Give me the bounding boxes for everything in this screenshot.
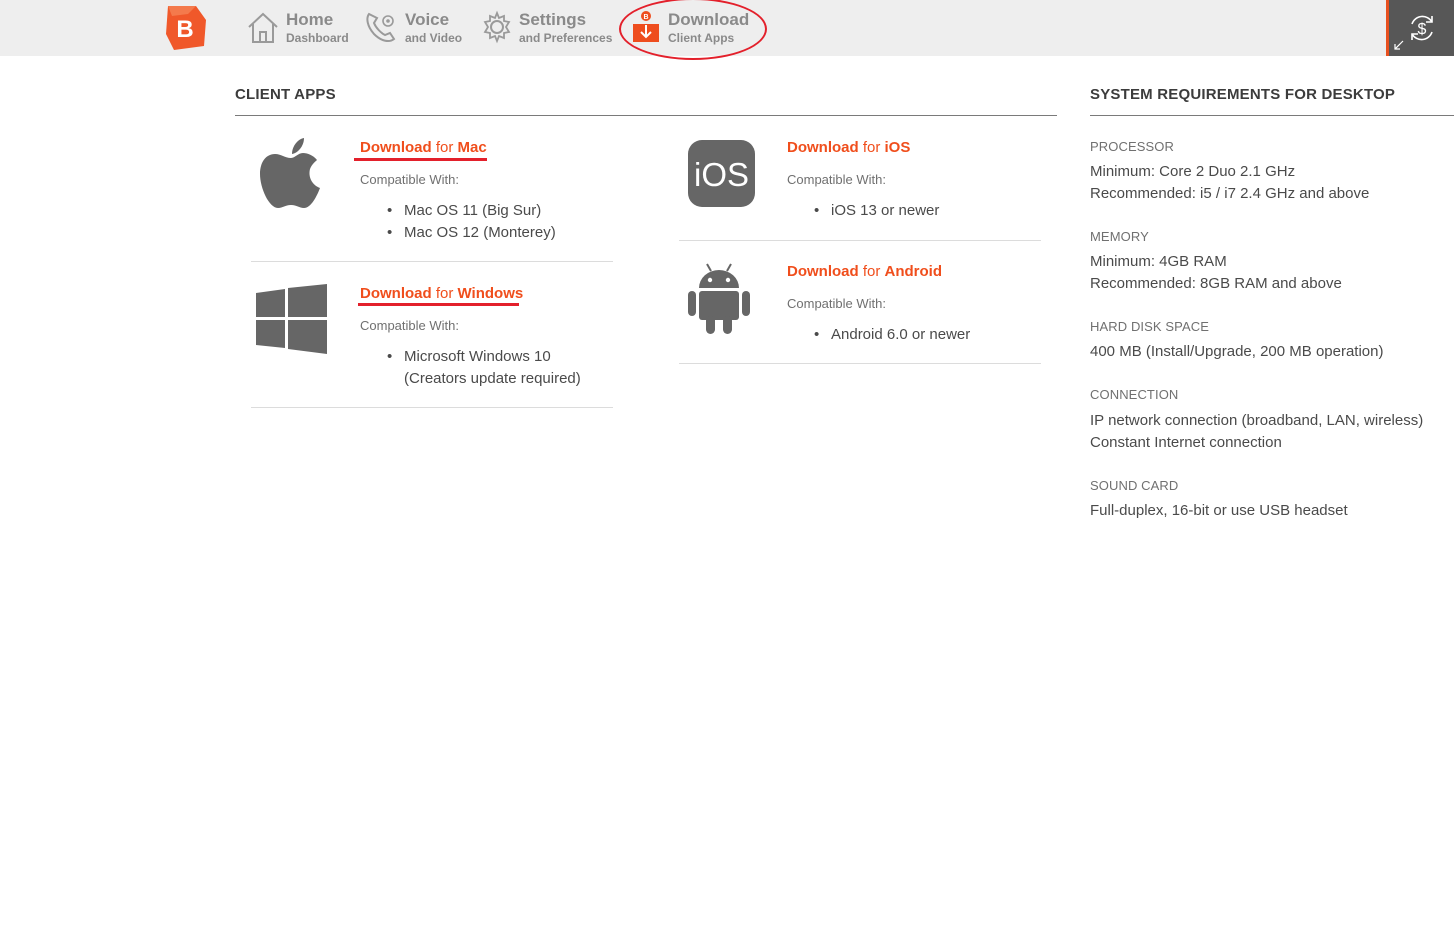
svg-text:B: B bbox=[643, 14, 648, 21]
processor-recommended: Recommended: i5 / i7 2.4 GHz and above bbox=[1090, 185, 1370, 202]
home-icon bbox=[248, 12, 278, 43]
gear-icon bbox=[483, 10, 511, 44]
download-android-link[interactable]: Download for Android bbox=[787, 263, 942, 280]
mac-compat-label: Compatible With: bbox=[360, 172, 459, 187]
download-icon: B bbox=[633, 11, 659, 42]
list-item: (Creators update required) bbox=[404, 370, 581, 387]
mac-link-underline bbox=[354, 158, 487, 161]
connection-label: CONNECTION bbox=[1090, 387, 1179, 402]
list-item: • Android 6.0 or newer bbox=[814, 326, 971, 343]
nav-settings[interactable]: Settings and Preferences bbox=[480, 8, 614, 48]
nav-voice-subtitle: and Video bbox=[405, 31, 463, 45]
requirements-rule bbox=[1090, 115, 1454, 116]
list-item: • iOS 13 or newer bbox=[814, 202, 940, 219]
system-requirements-heading: SYSTEM REQUIREMENTS FOR DESKTOP bbox=[1090, 86, 1396, 103]
brand-logo[interactable]: B bbox=[164, 4, 208, 52]
processor-label: PROCESSOR bbox=[1090, 139, 1174, 154]
nav-voice[interactable]: Voice and Video bbox=[364, 8, 468, 48]
windows-icon bbox=[256, 284, 327, 354]
ios-compat-label: Compatible With: bbox=[787, 172, 886, 187]
ios-icon-text: iOS bbox=[694, 156, 749, 193]
nav-download-subtitle: Client Apps bbox=[668, 31, 735, 45]
processor-min: Minimum: Core 2 Duo 2.1 GHz bbox=[1090, 163, 1296, 180]
memory-label: MEMORY bbox=[1090, 229, 1149, 244]
nav-home[interactable]: Home Dashboard bbox=[246, 8, 356, 48]
nav-download-title: Download bbox=[668, 10, 750, 29]
windows-link-underline bbox=[358, 303, 519, 306]
memory-min: Minimum: 4GB RAM bbox=[1090, 253, 1227, 270]
currency-refresh-icon: $ bbox=[1411, 15, 1433, 41]
client-apps-heading: CLIENT APPS bbox=[235, 86, 336, 103]
list-item: • Microsoft Windows 10 bbox=[387, 348, 551, 365]
sound-value: Full-duplex, 16-bit or use USB headset bbox=[1090, 502, 1348, 519]
download-windows-link[interactable]: Download for Windows bbox=[360, 285, 523, 302]
nav-home-title: Home bbox=[286, 10, 334, 29]
disk-label: HARD DISK SPACE bbox=[1090, 319, 1210, 334]
ios-compat-list: • iOS 13 or newer bbox=[814, 200, 940, 222]
nav-settings-title: Settings bbox=[519, 10, 587, 29]
client-apps-rule bbox=[235, 115, 1057, 116]
android-icon bbox=[688, 263, 750, 334]
android-compat-label: Compatible With: bbox=[787, 296, 886, 311]
disk-value: 400 MB (Install/Upgrade, 200 MB operatio… bbox=[1090, 343, 1384, 360]
top-navigation-bar: B Home Dashboard Voice and Video Setting… bbox=[0, 0, 1454, 60]
nav-settings-subtitle: and Preferences bbox=[519, 31, 613, 45]
sound-label: SOUND CARD bbox=[1090, 478, 1179, 493]
balance-sync-button[interactable]: $ bbox=[1386, 0, 1454, 56]
windows-compat-list: • Microsoft Windows 10 (Creators update r… bbox=[387, 346, 581, 390]
connection-line-2: Constant Internet connection bbox=[1090, 434, 1282, 451]
svg-text:$: $ bbox=[1418, 21, 1427, 38]
android-separator bbox=[679, 363, 1041, 364]
phone-icon bbox=[366, 12, 396, 43]
list-item: • Mac OS 11 (Big Sur) bbox=[387, 202, 542, 219]
download-ios-link[interactable]: Download for iOS bbox=[787, 139, 910, 156]
ios-separator bbox=[679, 240, 1041, 241]
windows-compat-label: Compatible With: bbox=[360, 318, 459, 333]
nav-download[interactable]: B Download Client Apps bbox=[630, 8, 760, 48]
logo-letter: B bbox=[176, 16, 193, 43]
ios-icon: iOS bbox=[688, 140, 755, 207]
logo-shape: B bbox=[166, 6, 206, 50]
apple-icon bbox=[260, 138, 320, 208]
list-item: • Mac OS 12 (Monterey) bbox=[387, 224, 556, 241]
download-mac-link[interactable]: Download for Mac bbox=[360, 139, 487, 156]
nav-home-subtitle: Dashboard bbox=[286, 31, 349, 45]
connection-line-1: IP network connection (broadband, LAN, w… bbox=[1090, 412, 1424, 429]
mac-separator bbox=[251, 261, 613, 262]
collapse-arrow-icon[interactable] bbox=[1394, 40, 1404, 50]
android-compat-list: • Android 6.0 or newer bbox=[814, 324, 971, 346]
memory-recommended: Recommended: 8GB RAM and above bbox=[1090, 275, 1342, 292]
nav-voice-title: Voice bbox=[405, 10, 450, 29]
windows-separator bbox=[251, 407, 613, 408]
mac-compat-list: • Mac OS 11 (Big Sur) • Mac OS 12 (Montere… bbox=[387, 200, 556, 244]
sync-accent-bar bbox=[1386, 0, 1389, 56]
